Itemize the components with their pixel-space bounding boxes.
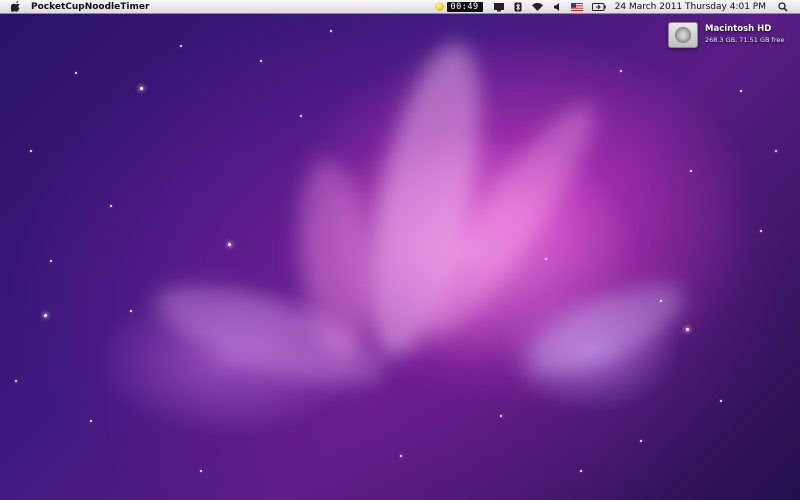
star: [15, 380, 17, 382]
star: [775, 150, 777, 152]
desktop-wallpaper: [0, 0, 800, 500]
volume-icon[interactable]: [553, 0, 562, 13]
star: [580, 470, 582, 472]
macintosh-hd-desktop-icon[interactable]: Macintosh HD 268.3 GB, 71.51 GB free: [668, 22, 784, 48]
display-icon[interactable]: [493, 0, 505, 13]
star: [260, 60, 262, 62]
apple-icon[interactable]: [10, 1, 21, 12]
timer-status-item[interactable]: 00:49: [434, 0, 483, 13]
flag-us-icon[interactable]: [570, 0, 583, 13]
star: [44, 314, 47, 317]
star: [300, 115, 302, 117]
star: [760, 230, 762, 232]
menu-bar: PocketCupNoodleTimer 00:49 24 March 2011…: [0, 0, 800, 14]
star: [720, 400, 722, 402]
star: [50, 260, 52, 262]
star: [686, 328, 689, 331]
battery-icon[interactable]: [591, 0, 606, 13]
star: [90, 420, 92, 422]
star: [545, 258, 547, 260]
star: [130, 310, 132, 312]
star: [620, 70, 622, 72]
star: [110, 205, 112, 207]
star: [228, 243, 231, 246]
star: [180, 45, 182, 47]
aurora-ray: [347, 34, 503, 366]
star: [75, 72, 77, 74]
wifi-icon[interactable]: [531, 0, 544, 13]
star: [500, 415, 502, 417]
hard-drive-icon[interactable]: [668, 22, 698, 48]
disk-capacity-label: 268.3 GB, 71.51 GB free: [705, 36, 785, 44]
star: [400, 455, 402, 457]
star: [140, 87, 143, 90]
menu-clock[interactable]: 24 March 2011 Thursday 4:01 PM: [615, 2, 766, 12]
aurora-ray: [515, 266, 695, 394]
star: [640, 440, 642, 442]
star: [30, 150, 32, 152]
star: [660, 300, 662, 302]
star: [690, 170, 692, 172]
star: [740, 90, 742, 92]
star: [330, 30, 332, 32]
bluetooth-icon[interactable]: [514, 0, 522, 13]
app-menu-name[interactable]: PocketCupNoodleTimer: [31, 2, 149, 12]
timer-countdown: 00:49: [446, 1, 483, 12]
timer-icon: [434, 2, 444, 11]
star: [200, 470, 202, 472]
status-menus: 00:49 24 March 2011 Thursday 4:01 PM: [434, 0, 800, 13]
disk-name-label: Macintosh HD: [705, 24, 772, 34]
spotlight-search-icon[interactable]: [778, 0, 788, 13]
